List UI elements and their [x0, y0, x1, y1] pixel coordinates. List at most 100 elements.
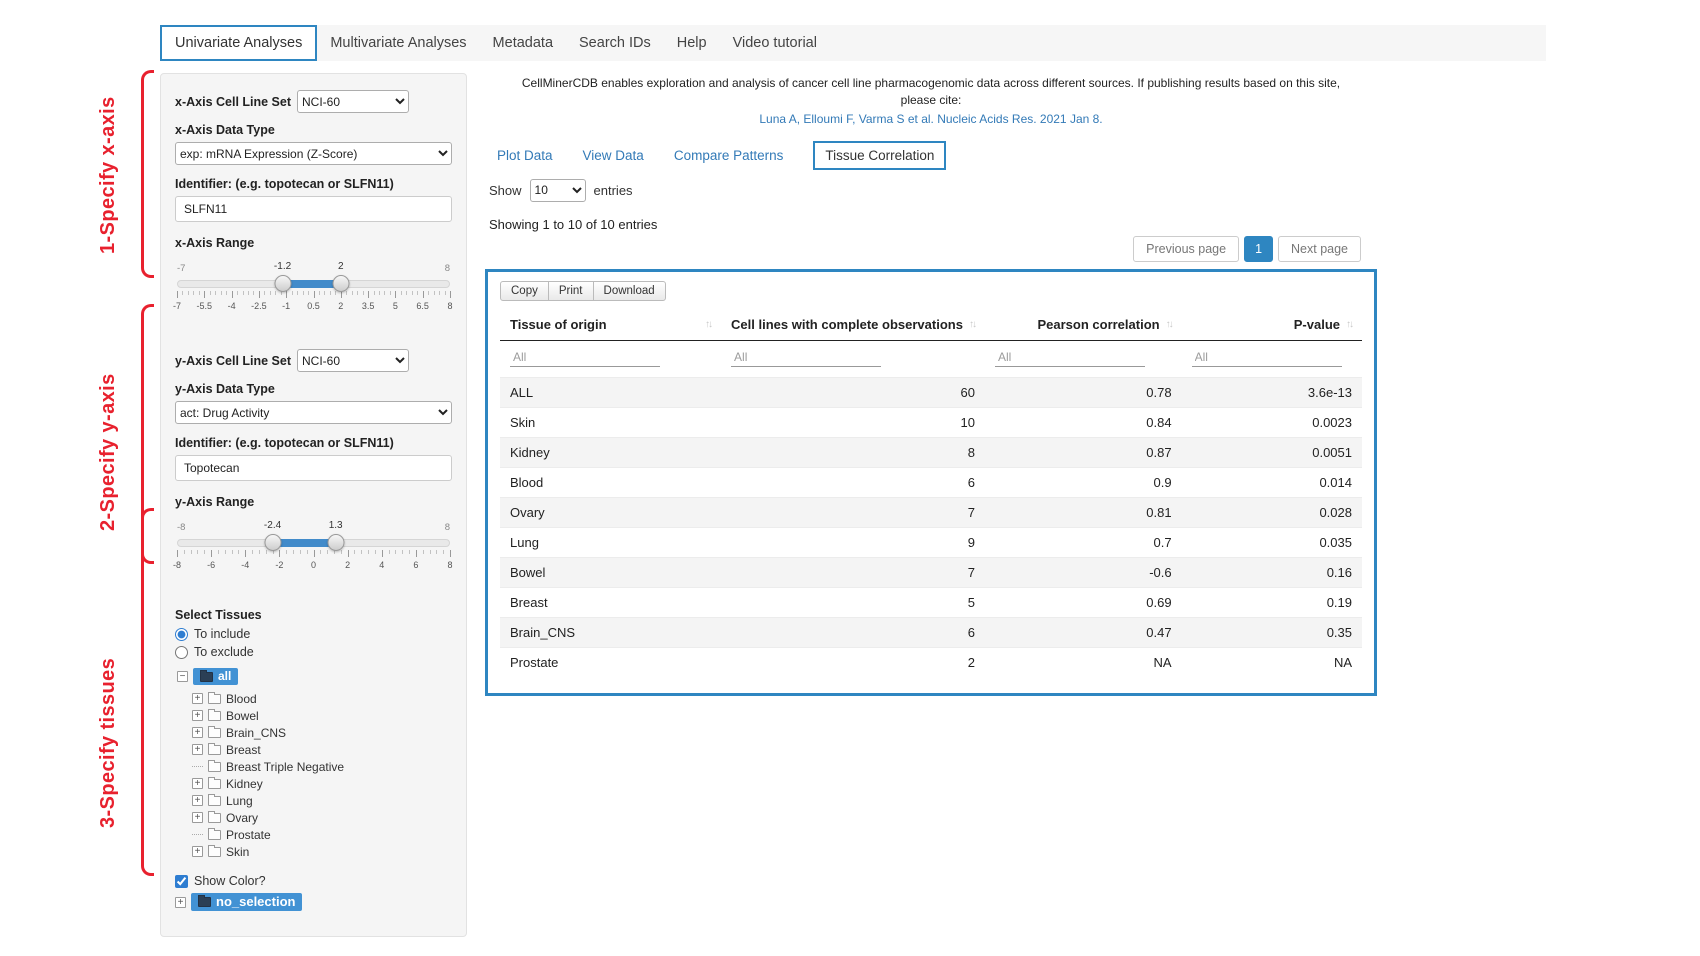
no-selection-root[interactable]: + no_selection [175, 893, 452, 911]
page-1-button[interactable]: 1 [1244, 236, 1273, 262]
table-row-all[interactable]: ALL600.783.6e-13 [500, 377, 1362, 407]
tissue-root-label: all [218, 669, 231, 683]
table-row-skin[interactable]: Skin100.840.0023 [500, 407, 1362, 437]
nav-item-search-ids[interactable]: Search IDs [566, 25, 664, 61]
show-color-row[interactable]: Show Color? [175, 874, 452, 888]
expand-icon[interactable]: + [192, 778, 203, 789]
tab-plot-data[interactable]: Plot Data [497, 148, 553, 163]
cell-tissue: Kidney [500, 437, 721, 467]
tissue-item-bowel[interactable]: +Bowel [192, 707, 452, 724]
collapse-icon[interactable]: − [177, 671, 188, 682]
tab-tissue-correlation[interactable]: Tissue Correlation [813, 141, 946, 170]
table-row-blood[interactable]: Blood60.90.014 [500, 467, 1362, 497]
column-header-cell-lines-with-complete-observations[interactable]: Cell lines with complete observations↑↓ [721, 311, 985, 341]
range-handle-to[interactable] [332, 275, 349, 292]
tissue-item-label: Brain_CNS [226, 726, 286, 740]
tissue-root-chip[interactable]: all [193, 668, 238, 685]
tissue-item-ovary[interactable]: + Ovary [192, 809, 452, 826]
y-identifier-input[interactable] [175, 455, 452, 481]
sort-icon[interactable]: ↑↓ [1346, 319, 1352, 330]
nav-item-video-tutorial[interactable]: Video tutorial [720, 25, 830, 61]
column-header-tissue-of-origin[interactable]: Tissue of origin↑↓ [500, 311, 721, 341]
expand-icon[interactable]: + [192, 795, 203, 806]
copy-button[interactable]: Copy [500, 281, 549, 301]
show-color-label: Show Color? [194, 874, 266, 888]
x-identifier-input[interactable] [175, 196, 452, 222]
table-row-lung[interactable]: Lung90.70.035 [500, 527, 1362, 557]
previous-page-button[interactable]: Previous page [1133, 236, 1239, 262]
nav-item-help[interactable]: Help [664, 25, 720, 61]
tissue-item-label: Ovary [226, 811, 258, 825]
tab-compare-patterns[interactable]: Compare Patterns [674, 148, 784, 163]
expand-icon[interactable]: + [192, 727, 203, 738]
entries-select[interactable]: 10 [530, 179, 586, 202]
include-radio[interactable] [175, 628, 188, 641]
x-data-type-select[interactable]: exp: mRNA Expression (Z-Score) [175, 142, 452, 165]
x-cell-line-set-select[interactable]: NCI-60 [297, 90, 409, 113]
tissue-item-blood[interactable]: + Blood [192, 690, 452, 707]
y-cell-line-set-select[interactable]: NCI-60 [297, 349, 409, 372]
folder-icon [200, 672, 213, 682]
range-handle-from[interactable] [264, 534, 281, 551]
citation-link[interactable]: Luna A, Elloumi F, Varma S et al. Nuclei… [485, 112, 1377, 126]
table-row-bowel[interactable]: Bowel7-0.60.16 [500, 557, 1362, 587]
exclude-radio-row[interactable]: To exclude [175, 645, 452, 659]
filter-input-pearson-correlation[interactable] [995, 348, 1145, 367]
table-row-kidney[interactable]: Kidney80.870.0051 [500, 437, 1362, 467]
sort-icon[interactable]: ↑↓ [1166, 319, 1172, 330]
y-data-type-select[interactable]: act: Drug Activity [175, 401, 452, 424]
x-axis-range-slider[interactable]: -78-1.22-7-5.5-4-2.5-10.523.556.58 [177, 255, 450, 323]
tissue-item-lung[interactable]: +Lung [192, 792, 452, 809]
show-color-checkbox[interactable] [175, 875, 188, 888]
tissue-item-label: Breast [226, 743, 261, 757]
column-header-pearson-correlation[interactable]: Pearson correlation↑↓ [985, 311, 1182, 341]
filter-input-tissue-of-origin[interactable] [510, 348, 660, 367]
annotation-bracket-x-axis [141, 70, 154, 278]
download-button[interactable]: Download [593, 281, 666, 301]
tissue-item-brain-cns[interactable]: + Brain_CNS [192, 724, 452, 741]
tissue-item-breast[interactable]: + Breast [192, 741, 452, 758]
showing-entries-text: Showing 1 to 10 of 10 entries [489, 217, 1377, 232]
include-radio-row[interactable]: To include [175, 627, 452, 641]
filter-input-p-value[interactable] [1192, 348, 1342, 367]
exclude-radio[interactable] [175, 646, 188, 659]
column-header-p-value[interactable]: P-value↑↓ [1182, 311, 1362, 341]
tissue-item-kidney[interactable]: +Kidney [192, 775, 452, 792]
expand-icon[interactable]: + [192, 710, 203, 721]
nav-item-univariate-analyses[interactable]: Univariate Analyses [160, 25, 317, 61]
nav-item-multivariate-analyses[interactable]: Multivariate Analyses [317, 25, 479, 61]
range-handle-to[interactable] [327, 534, 344, 551]
sort-icon[interactable]: ↑↓ [705, 319, 711, 330]
expand-icon[interactable]: + [192, 846, 203, 857]
expand-icon[interactable]: + [192, 744, 203, 755]
cell-value: 0.16 [1182, 557, 1362, 587]
tissue-item-prostate[interactable]: Prostate [192, 826, 452, 843]
tissue-correlation-table: Tissue of origin↑↓Cell lines with comple… [500, 311, 1362, 677]
tissue-tree-root[interactable]: − all [177, 668, 452, 685]
y-axis-range-slider[interactable]: -88-2.41.3-8-6-4-202468 [177, 514, 450, 582]
table-row-prostate[interactable]: Prostate2NANA [500, 647, 1362, 677]
nav-item-metadata[interactable]: Metadata [480, 25, 566, 61]
annotation-bracket-tissues [141, 508, 154, 876]
expand-icon[interactable]: + [175, 897, 186, 908]
range-handle-from[interactable] [274, 275, 291, 292]
cell-tissue: Prostate [500, 647, 721, 677]
next-page-button[interactable]: Next page [1278, 236, 1361, 262]
sort-icon[interactable]: ↑↓ [969, 319, 975, 330]
tab-view-data[interactable]: View Data [583, 148, 644, 163]
citation-text: CellMinerCDB enables exploration and ana… [485, 75, 1377, 109]
tissue-item-skin[interactable]: +Skin [192, 843, 452, 860]
expand-icon[interactable]: + [192, 812, 203, 823]
filter-input-cell-lines-with-complete-observations[interactable] [731, 348, 881, 367]
cell-tissue: Skin [500, 407, 721, 437]
cell-tissue: Blood [500, 467, 721, 497]
no-selection-chip[interactable]: no_selection [191, 893, 302, 911]
cell-value: 0.78 [985, 377, 1182, 407]
print-button[interactable]: Print [548, 281, 594, 301]
tissue-item-label: Blood [226, 692, 257, 706]
table-row-ovary[interactable]: Ovary70.810.028 [500, 497, 1362, 527]
table-row-brain-cns[interactable]: Brain_CNS60.470.35 [500, 617, 1362, 647]
table-row-breast[interactable]: Breast50.690.19 [500, 587, 1362, 617]
expand-icon[interactable]: + [192, 693, 203, 704]
tissue-item-breast-triple-negative[interactable]: Breast Triple Negative [192, 758, 452, 775]
